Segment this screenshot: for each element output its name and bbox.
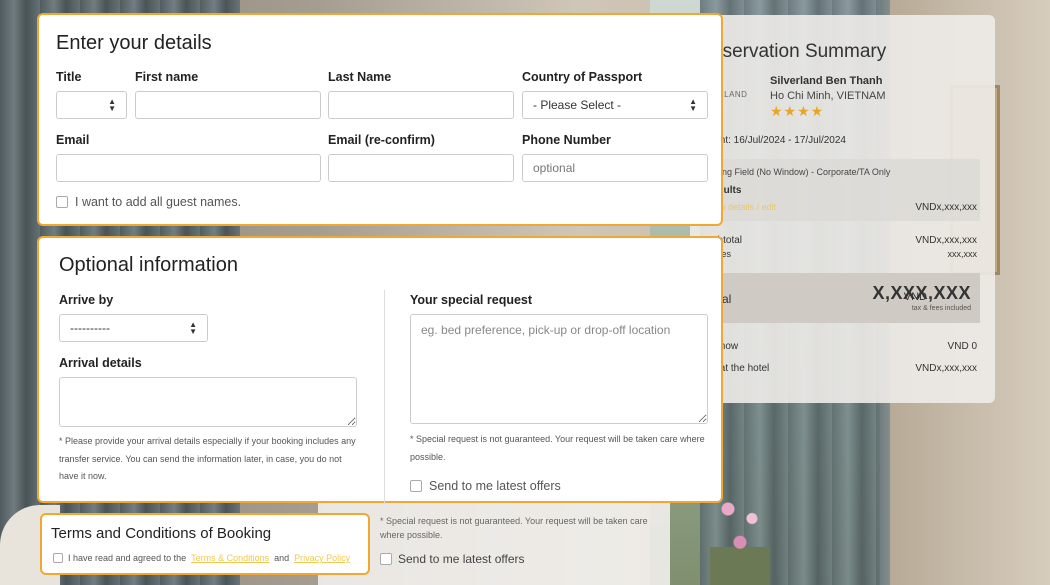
- pay-now-value: VND 0: [947, 341, 977, 352]
- background-special-note: * Special request is not guaranteed. You…: [380, 516, 648, 540]
- terms-agree-prefix: I have read and agreed to the: [68, 553, 187, 563]
- stay-dates: ight: 16/Jul/2024 - 17/Jul/2024: [712, 135, 846, 146]
- guest-names-label: I want to add all guest names.: [75, 195, 242, 209]
- terms-card: Terms and Conditions of Booking I have r…: [40, 513, 370, 575]
- background-form-panel: [318, 500, 670, 585]
- terms-heading: Terms and Conditions of Booking: [51, 525, 272, 542]
- subtotal-value: VNDx,xxx,xxx: [915, 235, 977, 246]
- email-label: Email: [56, 133, 90, 147]
- column-divider: [384, 290, 385, 504]
- background-offers-label: Send to me latest offers: [398, 552, 525, 566]
- arrival-details-label: Arrival details: [59, 356, 142, 370]
- title-label: Title: [56, 70, 82, 84]
- last-name-input[interactable]: [328, 91, 514, 119]
- terms-checkbox[interactable]: I have read and agreed to the Terms & Co…: [53, 553, 350, 563]
- total-note: tax & fees included: [911, 305, 971, 312]
- checkbox-box[interactable]: [53, 553, 63, 563]
- select-arrows-icon: ▲ ▼: [108, 97, 116, 113]
- arrival-note: * Please provide your arrival details es…: [59, 436, 356, 481]
- first-name-input[interactable]: [135, 91, 321, 119]
- details-card: Enter your details Title First name Last…: [37, 13, 723, 226]
- email-confirm-input[interactable]: [328, 154, 514, 182]
- checkbox-box[interactable]: [56, 196, 68, 208]
- special-request-textarea[interactable]: [410, 314, 708, 424]
- offers-label: Send to me latest offers: [429, 479, 561, 493]
- background-offers-checkbox[interactable]: Send to me latest offers: [380, 552, 525, 566]
- country-select[interactable]: - Please Select - ▲ ▼: [522, 91, 708, 119]
- star-rating-icon: ★★★★: [770, 103, 825, 119]
- country-select-value: - Please Select -: [533, 98, 622, 112]
- phone-input[interactable]: optional: [522, 154, 708, 182]
- total-value: X,XXX,XXX: [872, 283, 971, 303]
- special-request-note: * Special request is not guaranteed. You…: [410, 434, 705, 462]
- offers-checkbox[interactable]: Send to me latest offers: [410, 479, 561, 493]
- summary-title: eservation Summary: [712, 41, 887, 62]
- select-arrows-icon: ▲ ▼: [689, 97, 697, 113]
- privacy-link[interactable]: Privacy Policy: [294, 553, 350, 563]
- details-heading: Enter your details: [56, 32, 212, 54]
- email-confirm-label: Email (re-confirm): [328, 133, 435, 147]
- arrival-details-textarea[interactable]: [59, 377, 357, 427]
- arrive-by-label: Arrive by: [59, 293, 114, 307]
- special-request-label: Your special request: [410, 293, 533, 307]
- hotel-location: Ho Chi Minh, VIETNAM: [770, 90, 886, 102]
- reservation-summary: eservation Summary ERLAND Silverland Ben…: [690, 15, 995, 403]
- title-select[interactable]: ▲ ▼: [56, 91, 127, 119]
- country-label: Country of Passport: [522, 70, 643, 84]
- hotel-name: Silverland Ben Thanh: [770, 75, 883, 87]
- taxes-value: xxx,xxx: [947, 249, 977, 259]
- last-name-label: Last Name: [328, 70, 392, 84]
- terms-and: and: [274, 553, 290, 563]
- arrive-by-select[interactable]: ---------- ▲ ▼: [59, 314, 208, 342]
- terms-link[interactable]: Terms & Conditions: [191, 553, 269, 563]
- room-name: pring Field (No Window) - Corporate/TA O…: [712, 167, 891, 177]
- optional-card: Optional information Arrive by ---------…: [37, 236, 723, 504]
- room-price: VNDx,xxx,xxx: [915, 202, 977, 213]
- phone-label: Phone Number: [522, 133, 611, 147]
- first-name-label: First name: [135, 70, 199, 84]
- flower-vase: [710, 490, 770, 585]
- select-arrows-icon: ▲ ▼: [189, 320, 197, 336]
- checkbox-box[interactable]: [410, 480, 422, 492]
- email-input[interactable]: [56, 154, 321, 182]
- optional-heading: Optional information: [59, 254, 238, 276]
- pay-hotel-value: VNDx,xxx,xxx: [915, 363, 977, 374]
- checkbox-box[interactable]: [380, 553, 392, 565]
- arrive-by-value: ----------: [70, 321, 110, 335]
- guest-names-checkbox[interactable]: I want to add all guest names.: [56, 195, 241, 209]
- phone-placeholder: optional: [533, 161, 576, 175]
